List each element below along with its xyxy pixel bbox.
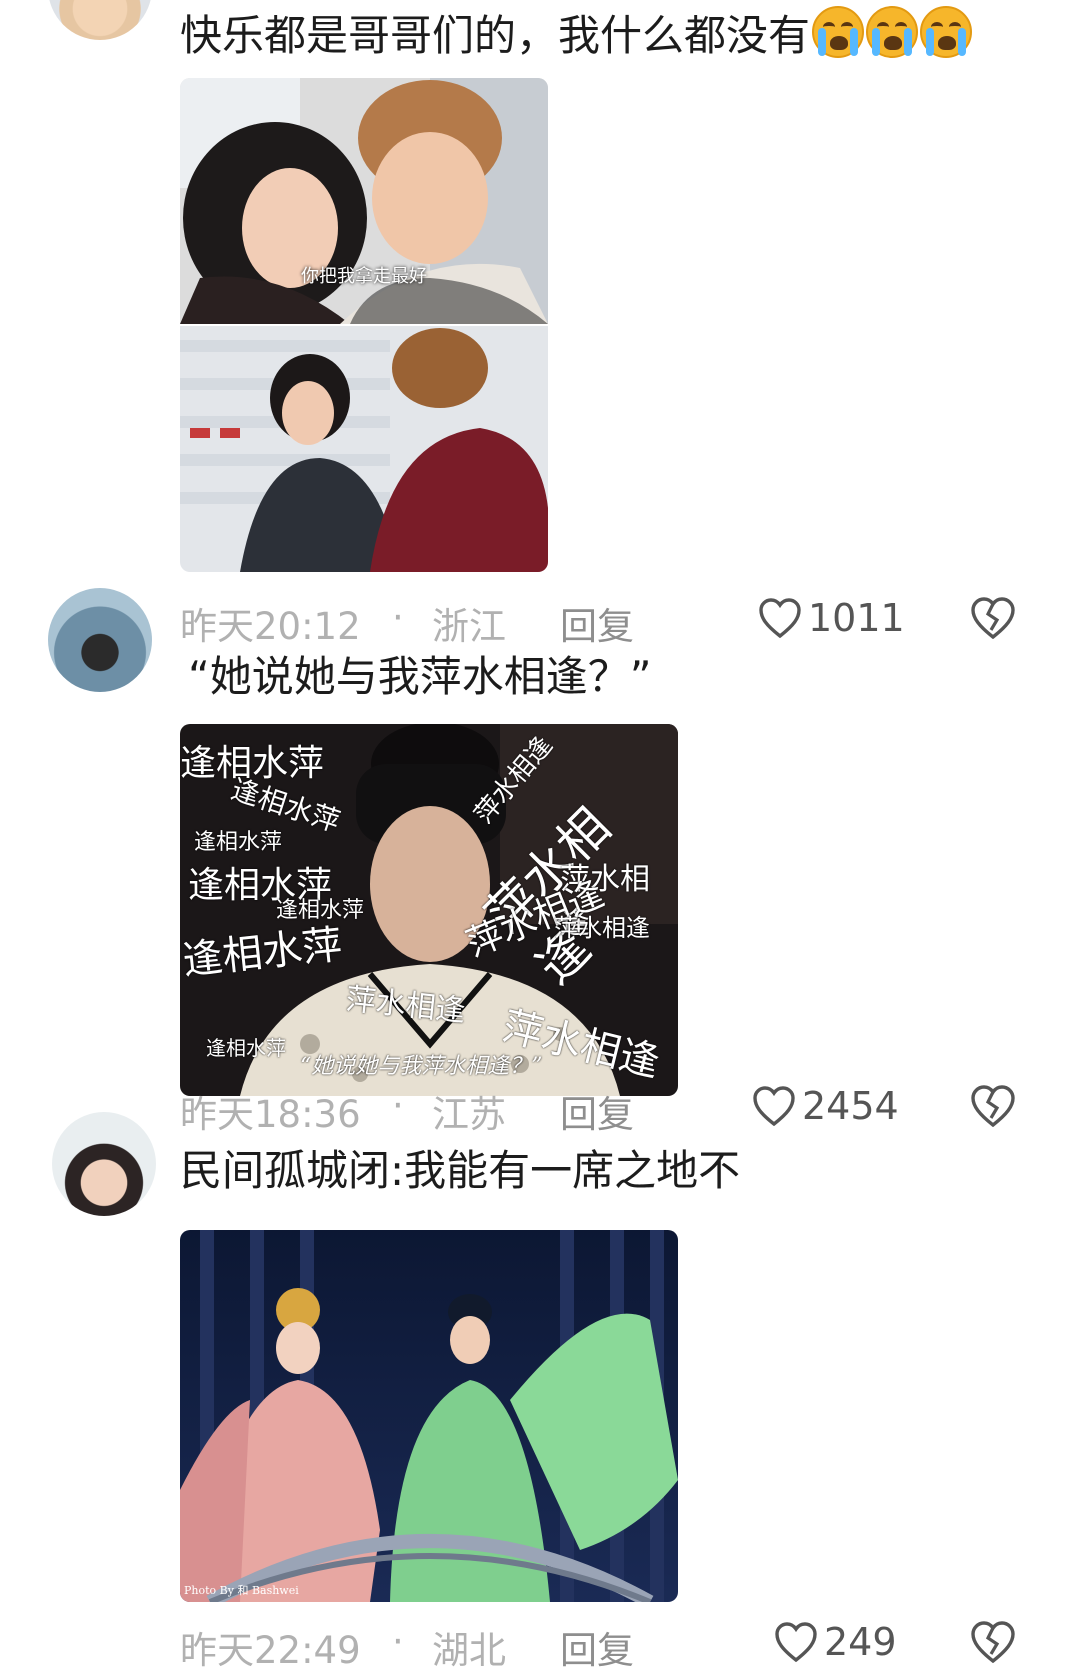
avatar[interactable] — [52, 1112, 156, 1216]
timestamp: 昨天18:36 — [180, 1093, 361, 1136]
like-button[interactable]: 2454 — [752, 1084, 899, 1128]
photo-watermark: Photo By 和 Bashwei — [184, 1584, 299, 1597]
broken-heart-icon — [971, 1085, 1015, 1128]
broken-heart-icon — [971, 1621, 1015, 1664]
avatar[interactable] — [48, 0, 152, 40]
overlay-word: 萍水相逢 — [344, 981, 468, 1030]
dislike-button[interactable] — [970, 1084, 1016, 1137]
comment-text: 民间孤城闭:我能有一席之地不 — [180, 1146, 741, 1195]
text-overlay: 逢相水萍 逢相水萍 逢相水萍 逢相水萍 逢相水萍 逢相水萍 萍水相逢 萍水相逢 … — [180, 724, 678, 1096]
comment-item: 快乐都是哥哥们的，我什么都没有 你把我拿走最好 昨天20:12 · 浙江 回复 … — [0, 0, 1080, 648]
comment-item: 民间孤城闭:我能有一席之地不 Photo By 和 Bashwei 昨天22:4… — [0, 1112, 1080, 1676]
crying-face-emoji-icon — [920, 6, 973, 58]
comment-item: “她说她与我萍水相逢？” 逢相水萍 逢相水萍 逢相水萍 逢相水萍 逢相水萍 逢相… — [0, 588, 1080, 1140]
overlay-word: 萍水相逢 — [554, 914, 650, 942]
comment-image[interactable]: Photo By 和 Bashwei — [180, 1230, 678, 1602]
comment-text: 快乐都是哥哥们的，我什么都没有 — [180, 6, 973, 61]
image-caption: “她说她与我萍水相逢？” — [300, 1054, 543, 1079]
dislike-button[interactable] — [970, 1620, 1016, 1673]
like-count: 2454 — [802, 1084, 899, 1128]
reply-button[interactable]: 回复 — [560, 1084, 634, 1138]
separator-dot: · — [392, 1620, 404, 1663]
reply-button[interactable]: 回复 — [560, 1620, 634, 1674]
comment-meta: 昨天22:49 · 湖北 回复 249 — [180, 1620, 1030, 1672]
heart-outline-icon — [759, 598, 801, 639]
couple-photo-image — [180, 78, 548, 572]
location: 湖北 — [432, 1629, 506, 1672]
like-count: 1011 — [808, 596, 905, 640]
avatar[interactable] — [48, 588, 152, 692]
timestamp: 昨天22:49 — [180, 1629, 361, 1672]
overlay-word: 萍水相逢 — [469, 730, 559, 830]
separator-dot: · — [392, 596, 404, 639]
like-button[interactable]: 1011 — [758, 596, 905, 640]
comment-image[interactable]: 逢相水萍 逢相水萍 逢相水萍 逢相水萍 逢相水萍 逢相水萍 萍水相逢 萍水相逢 … — [180, 724, 678, 1096]
overlay-word: 逢相水萍 — [194, 830, 283, 855]
comment-image[interactable]: 你把我拿走最好 — [180, 78, 548, 572]
like-button[interactable]: 249 — [774, 1620, 897, 1664]
overlay-word: 逢相水萍 — [206, 1036, 286, 1060]
crying-face-emoji-icon — [866, 6, 919, 58]
comment-text-body: 快乐都是哥哥们的，我什么都没有 — [180, 11, 811, 60]
separator-dot: · — [392, 1084, 404, 1127]
comment-text: “她说她与我萍水相逢？” — [188, 652, 652, 701]
comment-meta: 昨天18:36 · 江苏 回复 2454 — [180, 1084, 1030, 1136]
like-count: 249 — [824, 1620, 897, 1664]
overlay-word: 逢相水萍 — [180, 921, 345, 985]
crying-face-emoji-icon — [812, 6, 865, 58]
stage-performance-image — [180, 1230, 678, 1602]
image-caption: 你把我拿走最好 — [301, 266, 427, 287]
location: 江苏 — [432, 1093, 506, 1136]
heart-outline-icon — [775, 1622, 817, 1663]
broken-heart-icon — [971, 597, 1015, 640]
heart-outline-icon — [753, 1086, 795, 1127]
